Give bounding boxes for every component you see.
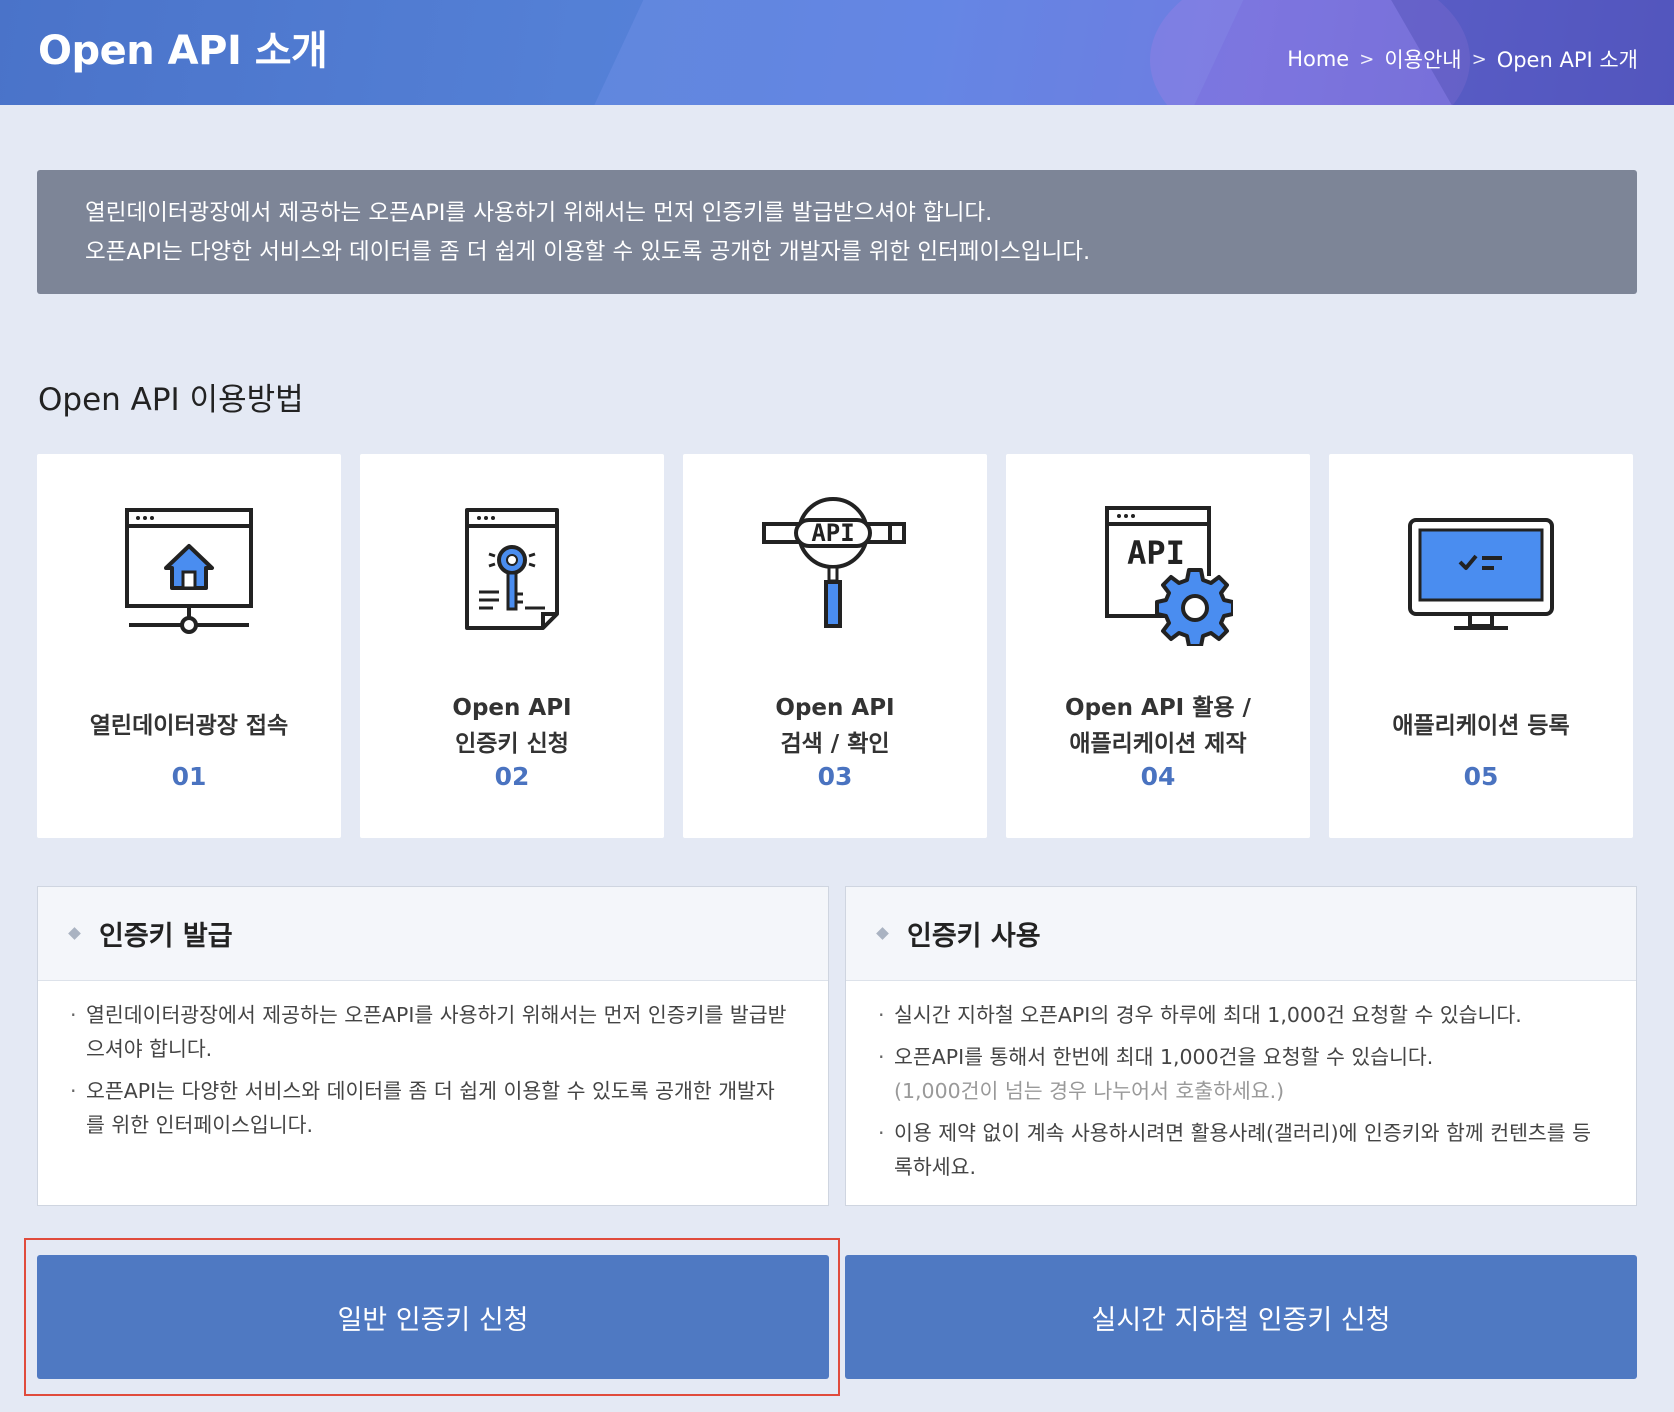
page-title: Open API 소개	[38, 28, 328, 74]
list-item-note: (1,000건이 넘는 경우 나누어서 호출하세요.)	[894, 1079, 1285, 1103]
step-card-02: Open API 인증키 신청 02	[360, 454, 664, 838]
diamond-bullet-icon	[68, 927, 81, 940]
breadcrumb: Home > 이용안내 > Open API 소개	[1287, 44, 1638, 74]
list-item: 오픈API를 통해서 한번에 최대 1,000건을 요청할 수 있습니다. (1…	[878, 1040, 1596, 1108]
list-item: 오픈API는 다양한 서비스와 데이터를 좀 더 쉽게 이용할 수 있도록 공개…	[70, 1074, 788, 1142]
step-label: Open API 인증키 신청	[452, 695, 572, 757]
step-number: 03	[817, 762, 853, 791]
api-magnifier-icon: API	[683, 496, 987, 646]
step-card-04: API Open API 활용 / 애플리케이션 제작 04	[1006, 454, 1310, 838]
list-item: 이용 제약 없이 계속 사용하시려면 활용사례(갤러리)에 인증키와 함께 컨텐…	[878, 1116, 1596, 1184]
step-label: Open API 검색 / 확인	[775, 695, 895, 757]
auth-key-issue-box: 인증키 발급 열린데이터광장에서 제공하는 오픈API를 사용하기 위해서는 먼…	[37, 886, 829, 1206]
step-number: 04	[1140, 762, 1176, 791]
website-home-icon	[37, 496, 341, 646]
diamond-bullet-icon	[876, 927, 889, 940]
box-header: 인증키 발급	[38, 887, 828, 981]
issue-list: 열린데이터광장에서 제공하는 오픈API를 사용하기 위해서는 먼저 인증키를 …	[38, 981, 828, 1142]
breadcrumb-current: Open API 소개	[1496, 48, 1638, 72]
box-title: 인증키 사용	[907, 921, 1041, 952]
breadcrumb-guide[interactable]: 이용안내	[1384, 44, 1461, 74]
step-number: 02	[494, 762, 530, 791]
svg-text:API: API	[811, 519, 854, 547]
step-label: 애플리케이션 등록	[1392, 713, 1570, 739]
step-label: 열린데이터광장 접속	[89, 713, 289, 739]
list-item-text: 오픈API를 통해서 한번에 최대 1,000건을 요청할 수 있습니다.	[894, 1045, 1434, 1069]
chevron-right-icon: >	[1471, 48, 1487, 70]
step-card-01: 열린데이터광장 접속 01	[37, 454, 341, 838]
notice-banner: 열린데이터광장에서 제공하는 오픈API를 사용하기 위해서는 먼저 인증키를 …	[37, 170, 1637, 294]
api-window-gear-icon: API	[1006, 496, 1310, 646]
monitor-checklist-icon	[1329, 496, 1633, 646]
subway-key-request-button[interactable]: 실시간 지하철 인증키 신청	[845, 1255, 1637, 1379]
usage-list: 실시간 지하철 오픈API의 경우 하루에 최대 1,000건 요청할 수 있습…	[846, 981, 1636, 1184]
svg-text:API: API	[1127, 534, 1185, 572]
step-label: Open API 활용 / 애플리케이션 제작	[1065, 695, 1251, 757]
auth-key-usage-box: 인증키 사용 실시간 지하철 오픈API의 경우 하루에 최대 1,000건 요…	[845, 886, 1637, 1206]
chevron-right-icon: >	[1359, 48, 1375, 70]
box-title: 인증키 발급	[99, 921, 233, 952]
document-key-icon	[360, 496, 664, 646]
notice-line: 열린데이터광장에서 제공하는 오픈API를 사용하기 위해서는 먼저 인증키를 …	[85, 200, 993, 226]
notice-line: 오픈API는 다양한 서비스와 데이터를 좀 더 쉽게 이용할 수 있도록 공개…	[85, 239, 1091, 265]
step-card-03: API Open API 검색 / 확인 03	[683, 454, 987, 838]
step-number: 05	[1463, 762, 1499, 791]
box-header: 인증키 사용	[846, 887, 1636, 981]
usage-section-title: Open API 이용방법	[38, 382, 304, 418]
general-key-request-button[interactable]: 일반 인증키 신청	[37, 1255, 829, 1379]
list-item: 열린데이터광장에서 제공하는 오픈API를 사용하기 위해서는 먼저 인증키를 …	[70, 998, 788, 1066]
step-card-05: 애플리케이션 등록 05	[1329, 454, 1633, 838]
breadcrumb-home[interactable]: Home	[1287, 47, 1349, 71]
page-header: Open API 소개 Home > 이용안내 > Open API 소개	[0, 0, 1674, 105]
list-item: 실시간 지하철 오픈API의 경우 하루에 최대 1,000건 요청할 수 있습…	[878, 998, 1596, 1032]
step-number: 01	[171, 762, 207, 791]
